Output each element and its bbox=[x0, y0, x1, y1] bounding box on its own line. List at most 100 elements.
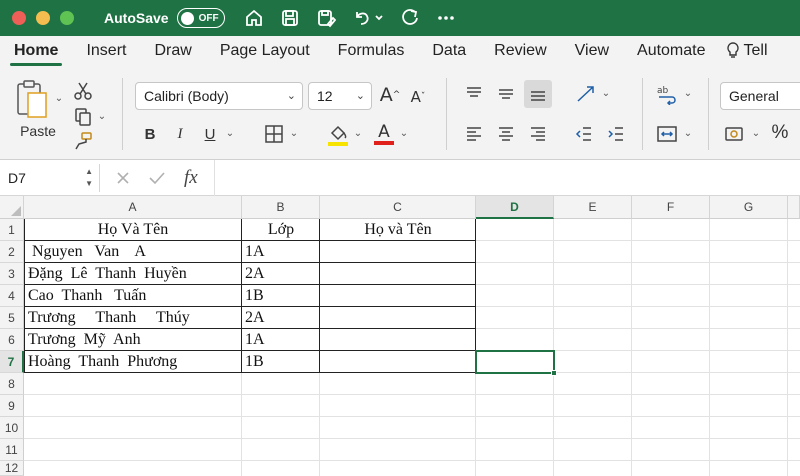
percent-style-button[interactable]: % bbox=[768, 120, 792, 146]
tab-data[interactable]: Data bbox=[418, 42, 480, 68]
cell-b2[interactable]: 1A bbox=[245, 241, 319, 263]
cell-a5[interactable]: Trương Thanh Thúy bbox=[28, 307, 240, 329]
align-bottom-icon[interactable] bbox=[524, 80, 552, 108]
align-right-icon[interactable] bbox=[526, 122, 550, 146]
column-header-b[interactable]: B bbox=[242, 196, 320, 219]
tab-page-layout[interactable]: Page Layout bbox=[206, 42, 324, 68]
row-header-6[interactable]: 6 bbox=[0, 329, 24, 351]
accounting-format-icon[interactable] bbox=[722, 122, 748, 146]
cell-b1[interactable]: Lớp bbox=[243, 219, 319, 241]
paste-icon[interactable] bbox=[12, 78, 52, 122]
decrease-indent-icon[interactable] bbox=[572, 122, 596, 146]
column-header-f[interactable]: F bbox=[632, 196, 710, 219]
align-top-icon[interactable] bbox=[462, 82, 486, 106]
row-header-8[interactable]: 8 bbox=[0, 373, 24, 395]
align-center-icon[interactable] bbox=[494, 122, 518, 146]
row-header-4[interactable]: 4 bbox=[0, 285, 24, 307]
tab-review[interactable]: Review bbox=[480, 42, 560, 68]
orientation-icon[interactable] bbox=[574, 82, 598, 106]
bold-button[interactable]: B bbox=[140, 122, 160, 146]
tab-automate[interactable]: Automate bbox=[623, 42, 719, 68]
copy-icon[interactable] bbox=[70, 106, 96, 128]
autosave-toggle[interactable]: OFF bbox=[176, 8, 225, 28]
merge-center-icon[interactable] bbox=[654, 122, 680, 146]
format-painter-icon[interactable] bbox=[72, 130, 94, 152]
save-as-icon[interactable] bbox=[315, 7, 337, 29]
font-name-select[interactable]: Calibri (Body) ⌄ bbox=[135, 82, 303, 110]
more-options-icon[interactable] bbox=[435, 7, 457, 29]
borders-chevron-icon[interactable]: ⌄ bbox=[288, 126, 300, 140]
tab-formulas[interactable]: Formulas bbox=[324, 42, 419, 68]
tab-draw[interactable]: Draw bbox=[140, 42, 205, 68]
column-header-a[interactable]: A bbox=[24, 196, 242, 219]
cell-b5[interactable]: 2A bbox=[245, 307, 319, 329]
selected-cell-d7[interactable] bbox=[475, 350, 555, 374]
borders-icon[interactable] bbox=[262, 122, 286, 146]
cell-a4[interactable]: Cao Thanh Tuấn bbox=[28, 285, 240, 307]
number-format-select[interactable]: General bbox=[720, 82, 800, 110]
cell-a1[interactable]: Họ Và Tên bbox=[26, 219, 240, 241]
cell-a3[interactable]: Đặng Lê Thanh Huyền bbox=[28, 263, 240, 285]
cell-b6[interactable]: 1A bbox=[245, 329, 319, 351]
wrap-text-icon[interactable]: ab bbox=[654, 82, 680, 106]
column-header-c[interactable]: C bbox=[320, 196, 476, 219]
row-header-10[interactable]: 10 bbox=[0, 417, 24, 439]
column-header-e[interactable]: E bbox=[554, 196, 632, 219]
cell-c1[interactable]: Họ và Tên bbox=[321, 219, 475, 241]
cell-b4[interactable]: 1B bbox=[245, 285, 319, 307]
underline-chevron-icon[interactable]: ⌄ bbox=[224, 126, 236, 140]
cell-b3[interactable]: 2A bbox=[245, 263, 319, 285]
font-color-chevron-icon[interactable]: ⌄ bbox=[398, 126, 410, 140]
row-header-5[interactable]: 5 bbox=[0, 307, 24, 329]
cell-b7[interactable]: 1B bbox=[245, 351, 319, 373]
undo-chevron-icon[interactable] bbox=[373, 7, 385, 29]
column-header-g[interactable]: G bbox=[710, 196, 788, 219]
undo-icon[interactable] bbox=[351, 7, 373, 29]
align-middle-icon[interactable] bbox=[494, 82, 518, 106]
accounting-chevron-icon[interactable]: ⌄ bbox=[750, 126, 762, 140]
row-header-11[interactable]: 11 bbox=[0, 439, 24, 461]
redo-icon[interactable] bbox=[399, 7, 421, 29]
tab-tell-me[interactable]: Tell bbox=[720, 42, 782, 68]
font-color-icon[interactable]: A bbox=[372, 120, 396, 148]
name-box[interactable]: D7 ▲ ▼ bbox=[0, 164, 100, 192]
save-icon[interactable] bbox=[279, 7, 301, 29]
cut-icon[interactable] bbox=[72, 80, 94, 102]
decrease-font-size-icon[interactable]: Aˇ bbox=[406, 84, 430, 110]
home-icon[interactable] bbox=[243, 7, 265, 29]
row-header-12[interactable]: 12 bbox=[0, 461, 24, 476]
cell-a2[interactable]: Nguyen Van A bbox=[28, 241, 240, 263]
select-all-corner[interactable] bbox=[0, 196, 24, 219]
merge-chevron-icon[interactable]: ⌄ bbox=[682, 126, 694, 140]
maximize-window-button[interactable] bbox=[60, 11, 74, 25]
formula-input[interactable] bbox=[216, 164, 800, 192]
confirm-entry-icon[interactable] bbox=[148, 166, 166, 190]
row-header-1[interactable]: 1 bbox=[0, 219, 24, 241]
cell-a7[interactable]: Hoàng Thanh Phương bbox=[28, 351, 240, 373]
close-window-button[interactable] bbox=[12, 11, 26, 25]
align-left-icon[interactable] bbox=[462, 122, 486, 146]
orientation-chevron-icon[interactable]: ⌄ bbox=[600, 86, 612, 100]
fill-handle[interactable] bbox=[551, 370, 557, 376]
insert-function-button[interactable]: fx bbox=[184, 166, 198, 190]
cancel-entry-icon[interactable] bbox=[116, 166, 130, 190]
row-header-9[interactable]: 9 bbox=[0, 395, 24, 417]
row-header-2[interactable]: 2 bbox=[0, 241, 24, 263]
row-header-7[interactable]: 7 bbox=[0, 351, 24, 373]
underline-button[interactable]: U bbox=[200, 122, 220, 146]
column-header-h[interactable] bbox=[788, 196, 800, 219]
column-header-d[interactable]: D bbox=[476, 196, 554, 219]
tab-insert[interactable]: Insert bbox=[72, 42, 140, 68]
fill-color-icon[interactable] bbox=[326, 120, 350, 148]
minimize-window-button[interactable] bbox=[36, 11, 50, 25]
font-size-select[interactable]: 12 ⌄ bbox=[308, 82, 372, 110]
paste-chevron-icon[interactable]: ⌄ bbox=[54, 92, 64, 104]
cell-a6[interactable]: Trương Mỹ Anh bbox=[28, 329, 240, 351]
copy-chevron-icon[interactable]: ⌄ bbox=[97, 110, 107, 122]
fill-color-chevron-icon[interactable]: ⌄ bbox=[352, 126, 364, 140]
row-header-3[interactable]: 3 bbox=[0, 263, 24, 285]
increase-font-size-icon[interactable]: A ^ bbox=[378, 82, 402, 108]
wrap-text-chevron-icon[interactable]: ⌄ bbox=[682, 86, 694, 100]
tab-home[interactable]: Home bbox=[0, 42, 72, 68]
increase-indent-icon[interactable] bbox=[604, 122, 628, 146]
